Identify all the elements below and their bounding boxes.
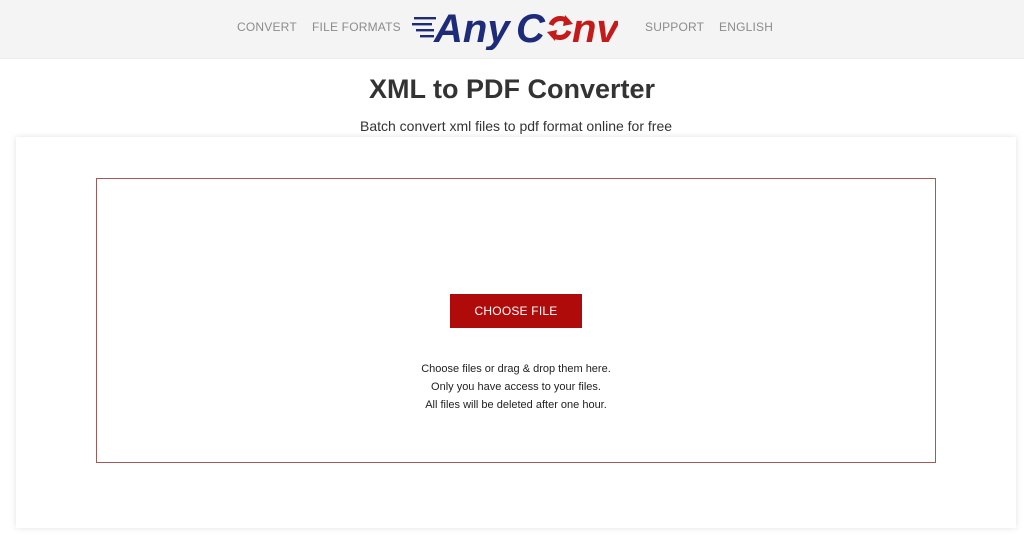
page-subtitle: Batch convert xml files to pdf format on…	[359, 118, 673, 134]
nav-support-link[interactable]: SUPPORT	[645, 20, 704, 34]
logo-text-any: Any	[433, 7, 511, 50]
logo-text-nv: nv	[572, 7, 618, 50]
nav-convert-link[interactable]: CONVERT	[237, 20, 297, 34]
top-navigation-bar: CONVERT FILE FORMATS Any C nv SUPPORT EN…	[0, 0, 1024, 59]
choose-file-button[interactable]: CHOOSE FILE	[450, 294, 582, 328]
drop-hint-text: Choose files or drag & drop them here.	[421, 363, 611, 375]
anyconv-logo[interactable]: Any C nv	[412, 4, 618, 50]
converter-panel: CHOOSE FILE Choose files or drag & drop …	[16, 137, 1016, 528]
privacy-hint-text: Only you have access to your files.	[431, 381, 601, 393]
logo-text-c: C	[516, 7, 546, 50]
nav-language-link[interactable]: ENGLISH	[719, 20, 773, 34]
deletion-hint-text: All files will be deleted after one hour…	[425, 399, 607, 411]
page-title: XML to PDF Converter	[368, 74, 656, 104]
file-drop-zone[interactable]: CHOOSE FILE Choose files or drag & drop …	[96, 178, 936, 463]
speed-lines-icon	[412, 17, 436, 38]
nav-file-formats-link[interactable]: FILE FORMATS	[312, 20, 401, 34]
refresh-arrows-icon	[547, 15, 573, 41]
